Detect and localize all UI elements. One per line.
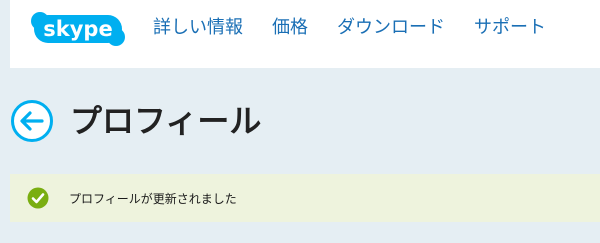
notice-message: プロフィールが更新されました [69, 191, 237, 206]
nav-item-support[interactable]: サポート [474, 17, 546, 39]
main-nav: 詳しい情報 価格 ダウンロード サポート [153, 17, 546, 39]
page-title-row: プロフィール [10, 98, 261, 144]
nav-item-download[interactable]: ダウンロード [337, 17, 445, 39]
left-edge-strip [0, 0, 10, 68]
check-circle-icon [27, 187, 49, 209]
site-header: skype 詳しい情報 価格 ダウンロード サポート [10, 0, 600, 68]
success-notice: プロフィールが更新されました [10, 174, 600, 222]
nav-item-more-info[interactable]: 詳しい情報 [153, 17, 243, 39]
back-arrow-icon[interactable] [10, 99, 54, 143]
skype-logo[interactable]: skype [30, 10, 126, 48]
logo-text: skype [43, 17, 112, 41]
page-title: プロフィール [70, 102, 262, 140]
nav-item-pricing[interactable]: 価格 [272, 17, 308, 39]
